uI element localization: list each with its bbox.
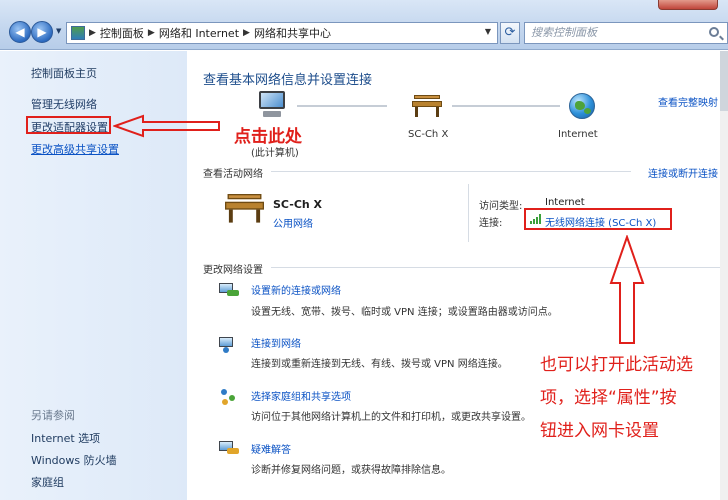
- breadcrumb-control-panel[interactable]: 控制面板: [100, 25, 144, 41]
- troubleshoot-icon: [219, 439, 241, 459]
- task-homegroup-desc: 访问位于其他网络计算机上的文件和打印机，或更改共享设置。: [251, 412, 531, 423]
- divider: [271, 171, 631, 172]
- computer-icon: [253, 91, 289, 121]
- task-troubleshoot-desc: 诊断并修复网络问题，或获得故障排除信息。: [251, 465, 451, 476]
- annotation-arrow-left-icon: [113, 114, 220, 138]
- vertical-divider: [468, 184, 469, 242]
- task-setup-connection-desc: 设置无线、宽带、拨号、临时或 VPN 连接；或设置路由器或访问点。: [251, 307, 558, 318]
- active-networks-heading: 查看活动网络: [203, 169, 263, 180]
- annotation-click-here: 点击此处: [234, 127, 302, 147]
- network-name-label: SC-Ch X: [408, 129, 449, 140]
- divider: [271, 267, 721, 268]
- forward-button[interactable]: ▶: [31, 21, 53, 43]
- chevron-right-icon[interactable]: ▶: [243, 28, 250, 38]
- address-toolbar: ◀ ▶ ▼ ▶ 控制面板 ▶ 网络和 Internet ▶ 网络和共享中心 ▼ …: [0, 0, 728, 50]
- internet-label: Internet: [558, 129, 598, 140]
- see-also-heading: 另请参阅: [31, 409, 75, 422]
- search-placeholder: 搜索控制面板: [531, 26, 597, 39]
- view-full-map-link[interactable]: 查看完整映射: [658, 94, 718, 109]
- see-also-windows-firewall[interactable]: Windows 防火墙: [31, 452, 117, 468]
- annotation-note-line-3: 钮进入网卡设置: [540, 421, 659, 441]
- sidebar-item-advanced-sharing[interactable]: 更改高级共享设置: [31, 141, 119, 157]
- homegroup-icon: [219, 387, 241, 407]
- task-troubleshoot-link[interactable]: 疑难解答: [251, 441, 291, 456]
- wifi-signal-icon: [530, 214, 542, 224]
- task-homegroup-link[interactable]: 选择家庭组和共享选项: [251, 388, 351, 403]
- new-connection-icon: [219, 281, 241, 301]
- refresh-button[interactable]: ⟳: [500, 22, 520, 44]
- highlight-box-adapter-settings: [26, 116, 111, 134]
- internet-globe-icon: [569, 93, 595, 119]
- see-also-internet-options[interactable]: Internet 选项: [31, 430, 100, 446]
- wireless-connection-link[interactable]: 无线网络连接 (SC-Ch X): [545, 214, 656, 229]
- vertical-scrollbar[interactable]: [720, 51, 728, 500]
- sidebar-item-manage-wireless[interactable]: 管理无线网络: [31, 96, 97, 112]
- connection-label: 连接:: [479, 218, 503, 229]
- active-network-name: SC-Ch X: [273, 198, 323, 211]
- access-type-label: 访问类型:: [479, 201, 523, 212]
- control-panel-icon: [71, 26, 85, 40]
- search-icon[interactable]: [709, 27, 719, 37]
- sidebar-home-link[interactable]: 控制面板主页: [31, 65, 97, 81]
- address-dropdown-icon[interactable]: ▼: [485, 27, 491, 36]
- connect-disconnect-link[interactable]: 连接或断开连接: [648, 165, 718, 180]
- back-button[interactable]: ◀: [9, 21, 31, 43]
- access-type-value: Internet: [545, 197, 585, 208]
- task-connect-network-link[interactable]: 连接到网络: [251, 335, 301, 350]
- recent-pages-dropdown-icon[interactable]: ▼: [56, 27, 61, 35]
- see-also-homegroup[interactable]: 家庭组: [31, 474, 64, 490]
- task-setup-connection-link[interactable]: 设置新的连接或网络: [251, 282, 341, 297]
- breadcrumb-network-internet[interactable]: 网络和 Internet: [159, 25, 239, 41]
- annotation-arrow-up-icon: [609, 235, 645, 344]
- annotation-note-line-1: 也可以打开此活动选: [540, 355, 693, 375]
- breadcrumb-network-sharing-center[interactable]: 网络和共享中心: [254, 25, 331, 41]
- page-title: 查看基本网络信息并设置连接: [203, 73, 373, 88]
- map-connector-line: [297, 105, 387, 107]
- scrollbar-thumb[interactable]: [720, 51, 728, 111]
- active-network-bench-icon: [225, 194, 264, 225]
- chevron-right-icon[interactable]: ▶: [148, 28, 155, 38]
- annotation-note-line-2: 项，选择“属性”按: [540, 388, 677, 408]
- network-type-link[interactable]: 公用网络: [273, 215, 313, 230]
- network-bench-icon: [412, 95, 442, 119]
- task-connect-network-desc: 连接到或重新连接到无线、有线、拨号或 VPN 网络连接。: [251, 359, 508, 370]
- map-connector-line: [452, 105, 560, 107]
- search-input[interactable]: 搜索控制面板: [524, 22, 728, 44]
- address-field[interactable]: ▶ 控制面板 ▶ 网络和 Internet ▶ 网络和共享中心 ▼: [66, 22, 498, 44]
- close-window-button[interactable]: [658, 0, 718, 10]
- change-settings-heading: 更改网络设置: [203, 265, 263, 276]
- chevron-right-icon[interactable]: ▶: [89, 28, 96, 38]
- connect-network-icon: [219, 335, 241, 355]
